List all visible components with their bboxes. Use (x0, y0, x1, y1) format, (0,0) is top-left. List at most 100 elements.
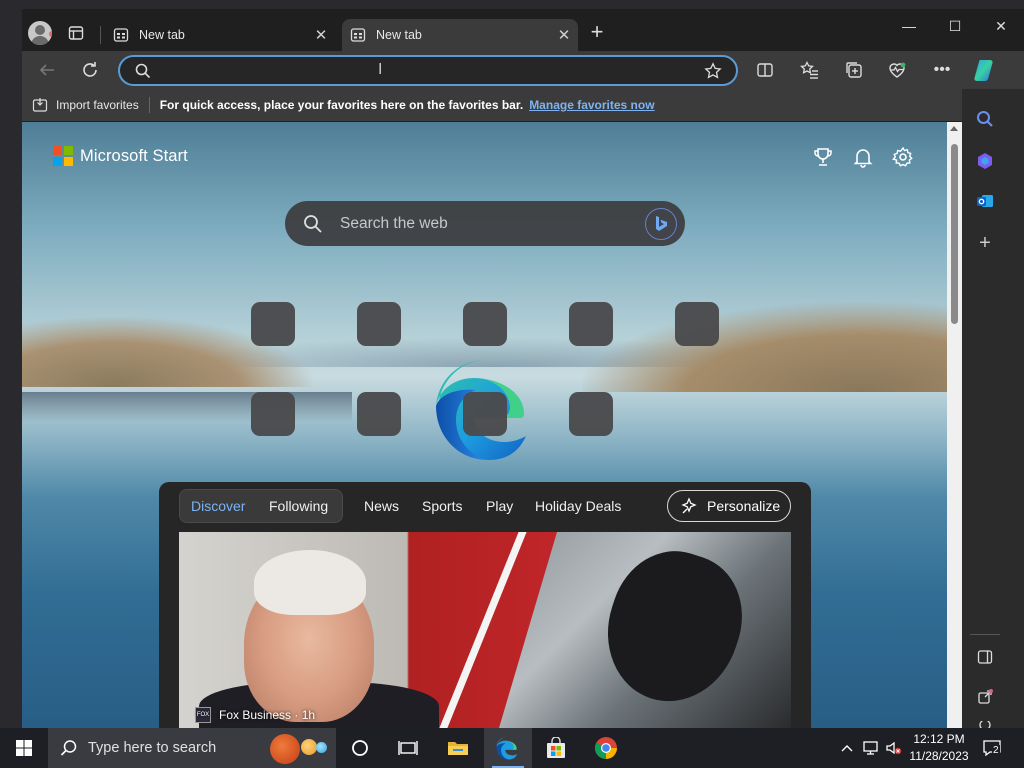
sidebar-hide-pane-icon[interactable] (974, 646, 996, 668)
back-button[interactable] (36, 59, 58, 81)
quick-link-tile[interactable] (569, 302, 613, 346)
quick-link-tile[interactable] (357, 392, 401, 436)
cortana-icon[interactable] (336, 728, 384, 768)
tab-actions-icon[interactable] (68, 25, 84, 41)
tab-close-icon[interactable]: ✕ (309, 26, 333, 44)
collections-button[interactable] (843, 59, 865, 81)
sidebar-add-icon[interactable]: + (974, 232, 996, 254)
sidebar-copilot-designer-icon[interactable] (974, 150, 996, 172)
edge-sidebar: + (962, 89, 1024, 729)
microsoft-store-icon[interactable] (532, 728, 580, 768)
favorites-bar-message: For quick access, place your favorites h… (159, 98, 524, 112)
tab-sports[interactable]: Sports (422, 498, 462, 514)
tab-separator (100, 26, 101, 44)
web-search-box[interactable]: Search the web (285, 201, 685, 246)
tab-new-tab-1[interactable]: New tab ✕ (105, 19, 335, 51)
edge-taskbar-icon[interactable] (484, 728, 532, 768)
sidebar-divider (970, 634, 1000, 635)
tab-play[interactable]: Play (486, 498, 513, 514)
hero-source[interactable]: FOX Fox Business · 1h (195, 707, 315, 723)
import-favorites-link[interactable]: Import favorites (56, 98, 139, 112)
file-explorer-icon[interactable] (434, 728, 482, 768)
hero-news-card[interactable]: FOX Fox Business · 1h (179, 532, 791, 728)
personalize-button[interactable]: Personalize (667, 490, 791, 522)
tab-discover[interactable]: Discover (191, 498, 245, 514)
search-icon (303, 214, 323, 234)
fox-business-logo-icon: FOX (195, 707, 211, 723)
notifications-bell-icon[interactable] (852, 146, 874, 168)
split-screen-button[interactable] (754, 59, 776, 81)
avatar-head (35, 25, 45, 35)
windows-taskbar: Type here to search 12:12 PM 11/28/2023 … (0, 728, 1024, 768)
scrollbar-thumb[interactable] (951, 144, 958, 324)
address-bar[interactable]: I (118, 55, 738, 86)
microsoft-logo-icon (53, 146, 73, 166)
quick-link-tile[interactable] (251, 392, 295, 436)
refresh-button[interactable] (79, 59, 101, 81)
quick-link-tile[interactable] (463, 392, 507, 436)
tab-news[interactable]: News (364, 498, 399, 514)
maximize-button[interactable]: ☐ (932, 9, 978, 43)
more-options-icon[interactable]: ••• (931, 59, 953, 81)
tab-following[interactable]: Following (269, 498, 328, 514)
brand-title: Microsoft Start (80, 146, 188, 165)
text-cursor-icon: I (378, 61, 383, 78)
taskbar-clock[interactable]: 12:12 PM 11/28/2023 (904, 731, 974, 765)
avatar-body (31, 36, 49, 45)
news-feed-panel: Discover Following News Sports Play Holi… (159, 482, 811, 728)
import-favorites-icon[interactable] (32, 97, 48, 113)
page-scrollbar[interactable] (947, 122, 962, 728)
tab-title: New tab (139, 28, 185, 42)
navigation-toolbar: I ••• (22, 51, 1024, 89)
sidebar-outlook-icon[interactable] (974, 190, 996, 212)
taskbar-search-box[interactable]: Type here to search (48, 728, 336, 768)
quick-link-tile[interactable] (463, 302, 507, 346)
hero-source-label: Fox Business · 1h (219, 708, 316, 722)
profile-notification-dot (49, 31, 52, 37)
show-hidden-icons-chevron-up-icon[interactable] (839, 740, 855, 756)
personalize-sparkle-icon (680, 497, 698, 515)
copilot-icon[interactable] (972, 57, 998, 83)
hero-photo-person-hair (254, 550, 366, 615)
new-tab-page: Microsoft Start Search the web Discover … (22, 122, 947, 728)
sidebar-open-external-icon[interactable] (974, 686, 996, 708)
profile-avatar[interactable] (28, 21, 52, 45)
page-settings-gear-icon[interactable] (892, 146, 914, 168)
address-input[interactable] (160, 60, 700, 82)
network-icon[interactable] (862, 740, 878, 756)
action-center-notifications-icon[interactable]: 2 (982, 738, 1002, 758)
scroll-up-arrow-icon[interactable] (950, 126, 958, 131)
chrome-icon[interactable] (582, 728, 630, 768)
tab-new-tab-2-active[interactable]: New tab ✕ (342, 19, 578, 51)
desktop: New tab ✕ New tab ✕ + — ☐ ✕ I ••• Import… (0, 0, 1024, 768)
bing-chat-icon[interactable] (645, 208, 677, 240)
add-favorite-star-icon[interactable] (704, 62, 722, 80)
manage-favorites-link[interactable]: Manage favorites now (529, 98, 654, 112)
background-hill-right (582, 302, 947, 392)
taskbar-search-placeholder: Type here to search (88, 740, 217, 756)
tab-close-icon[interactable]: ✕ (552, 26, 576, 44)
new-tab-page-icon (350, 27, 366, 43)
close-window-button[interactable]: ✕ (978, 9, 1024, 43)
quick-link-tile[interactable] (569, 392, 613, 436)
sidebar-search-icon[interactable] (974, 108, 996, 130)
quick-link-tile[interactable] (357, 302, 401, 346)
search-highlight-planet-icon (316, 742, 327, 753)
background-shore (22, 392, 352, 422)
rewards-trophy-icon[interactable] (812, 146, 834, 168)
quick-link-tile[interactable] (675, 302, 719, 346)
quick-link-tile[interactable] (251, 302, 295, 346)
search-icon (60, 739, 78, 757)
browser-essentials-icon[interactable] (886, 59, 908, 81)
task-view-icon[interactable] (384, 728, 432, 768)
start-button[interactable] (0, 728, 48, 768)
favorites-button[interactable] (799, 59, 821, 81)
personalize-label: Personalize (707, 498, 781, 514)
volume-muted-icon[interactable] (885, 740, 902, 756)
favorites-separator (148, 97, 150, 113)
minimize-button[interactable]: — (886, 9, 932, 43)
microsoft-start-brand[interactable]: Microsoft Start (53, 146, 188, 166)
clock-time: 12:12 PM (913, 732, 965, 746)
new-tab-button[interactable]: + (586, 21, 608, 44)
tab-holiday-deals[interactable]: Holiday Deals (535, 498, 621, 514)
